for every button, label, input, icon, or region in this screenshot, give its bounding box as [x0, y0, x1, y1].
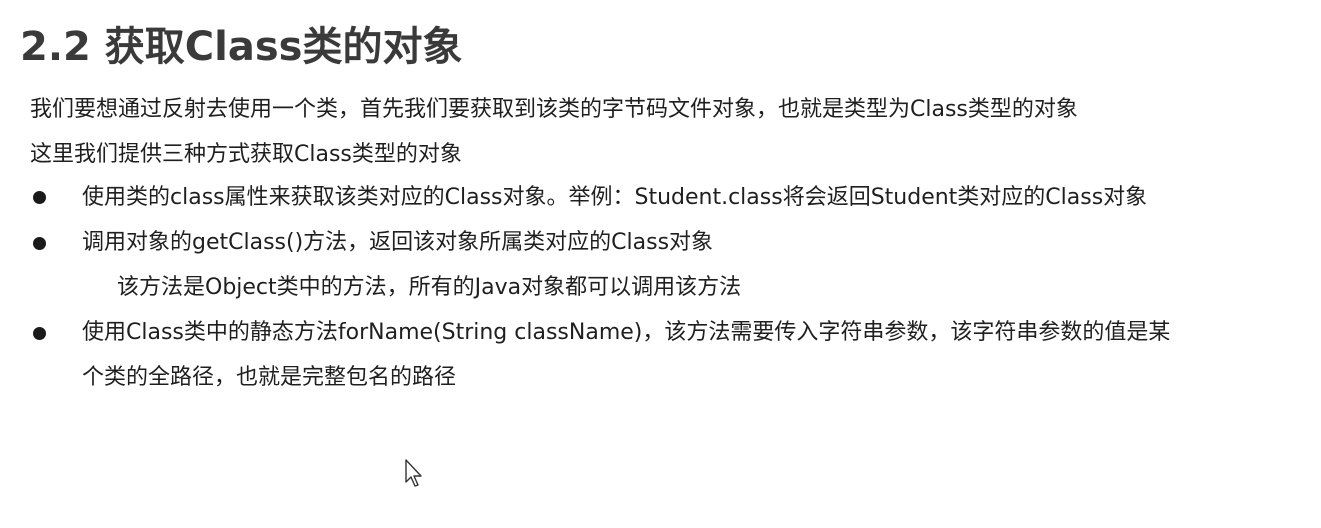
intro-line-1: 我们要想通过反射去使用一个类，首先我们要获取到该类的字节码文件对象，也就是类型为…	[30, 97, 1078, 122]
bullet-dot-icon	[33, 191, 46, 204]
slide-title: 2.2 获取Class类的对象	[20, 24, 463, 70]
bullet-3-text: 使用Class类中的静态方法forName(String className)，…	[82, 320, 1171, 345]
bullet-1-text: 使用类的class属性来获取该类对应的Class对象。举例：Student.cl…	[82, 185, 1148, 210]
bullet-3-continuation: 个类的全路径，也就是完整包名的路径	[82, 365, 457, 390]
intro-line-2: 这里我们提供三种方式获取Class类型的对象	[30, 142, 462, 167]
bullet-dot-icon	[33, 237, 46, 250]
bullet-dot-icon	[33, 327, 46, 340]
bullet-2-subtext: 该方法是Object类中的方法，所有的Java对象都可以调用该方法	[117, 275, 742, 300]
mouse-pointer-icon	[405, 459, 422, 487]
bullet-2-text: 调用对象的getClass()方法，返回该对象所属类对应的Class对象	[82, 230, 714, 255]
